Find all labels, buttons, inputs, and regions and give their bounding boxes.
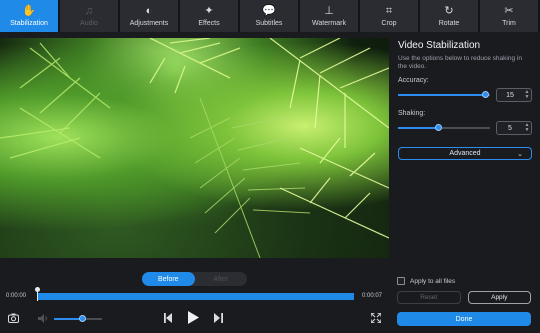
previous-frame-icon[interactable]: [164, 313, 173, 323]
shaking-spinbox[interactable]: 5 ▲ ▼: [496, 121, 532, 135]
toolbar: ✋ Stabilization ♫ Audio ◐ Adjustments ✦ …: [0, 0, 540, 32]
stabilization-panel: Video Stabilization Use the options belo…: [389, 32, 540, 333]
video-preview[interactable]: [0, 38, 389, 258]
volume-slider-handle[interactable]: [78, 315, 86, 322]
tool-crop[interactable]: ⌗ Crop: [360, 0, 418, 32]
shaking-slider[interactable]: [398, 124, 490, 131]
timeline-bar[interactable]: [37, 293, 354, 300]
tool-adjustments[interactable]: ◐ Adjustments: [120, 0, 178, 32]
shaking-value: 5: [508, 124, 512, 132]
scissors-icon: ✂: [504, 4, 514, 17]
tool-label: Subtitles: [255, 19, 283, 27]
before-option[interactable]: Before: [142, 272, 195, 286]
panel-button-row: Reset Apply: [397, 291, 531, 304]
tool-watermark[interactable]: ⊥ Watermark: [300, 0, 358, 32]
tool-label: Watermark: [312, 19, 346, 27]
tool-label: Adjustments: [129, 19, 169, 27]
shaking-row: 5 ▲ ▼: [398, 121, 532, 135]
crop-icon: ⌗: [385, 4, 393, 17]
spin-arrows-icon[interactable]: ▲ ▼: [523, 123, 531, 133]
tool-rotate[interactable]: ↻ Rotate: [420, 0, 478, 32]
next-frame-icon[interactable]: [214, 313, 223, 323]
video-frame-image: [0, 38, 389, 258]
apply-all-option[interactable]: Apply to all files: [397, 277, 455, 285]
music-note-icon: ♫: [84, 4, 94, 17]
stamp-icon: ⊥: [324, 4, 334, 17]
tool-stabilization[interactable]: ✋ Stabilization: [0, 0, 58, 32]
shaking-slider-fill: [398, 127, 440, 129]
contrast-circle-icon: ◐: [145, 4, 153, 17]
camera-icon[interactable]: [8, 313, 19, 323]
tool-subtitles[interactable]: 💬 Subtitles: [240, 0, 298, 32]
shaking-label: Shaking:: [398, 110, 426, 117]
volume-slider[interactable]: [54, 315, 102, 322]
apply-all-checkbox[interactable]: [397, 277, 405, 285]
apply-all-label: Apply to all files: [410, 277, 456, 285]
accuracy-slider-handle[interactable]: [482, 91, 490, 98]
apply-button[interactable]: Apply: [467, 291, 531, 304]
tool-label: Trim: [502, 19, 516, 27]
tool-label: Audio: [80, 19, 98, 27]
speech-bubble-icon: 💬: [262, 4, 276, 17]
panel-title: Video Stabilization: [398, 40, 481, 51]
accuracy-value: 15: [506, 91, 514, 99]
hand-stabilize-icon: ✋: [22, 4, 36, 17]
tool-effects[interactable]: ✦ Effects: [180, 0, 238, 32]
spin-arrows-icon[interactable]: ▲ ▼: [523, 90, 531, 100]
before-after-toggle: Before After: [142, 272, 247, 286]
done-button[interactable]: Done: [397, 312, 531, 326]
tool-audio[interactable]: ♫ Audio: [60, 0, 118, 32]
double-chevron-down-icon: ⌄: [517, 150, 523, 158]
play-icon[interactable]: [188, 311, 199, 324]
accuracy-slider-fill: [398, 94, 487, 96]
panel-description: Use the options below to reduce shaking …: [398, 55, 522, 70]
tool-label: Stabilization: [10, 19, 48, 27]
tool-label: Rotate: [438, 19, 460, 27]
advanced-button[interactable]: Advanced ⌄: [398, 147, 532, 160]
tool-label: Crop: [381, 19, 397, 27]
shaking-slider-handle[interactable]: [435, 124, 443, 131]
accuracy-row: 15 ▲ ▼: [398, 88, 532, 102]
time-end: 0:00:07: [362, 293, 383, 299]
rotate-icon: ↻: [444, 4, 454, 17]
fullscreen-icon[interactable]: [371, 313, 381, 323]
playhead[interactable]: [35, 287, 40, 301]
time-start: 0:00:00: [6, 293, 27, 299]
playhead-line: [37, 291, 38, 301]
after-option[interactable]: After: [195, 272, 248, 286]
advanced-label: Advanced: [449, 150, 481, 157]
tool-trim[interactable]: ✂ Trim: [480, 0, 538, 32]
accuracy-slider[interactable]: [398, 91, 490, 98]
accuracy-label: Accuracy:: [398, 77, 429, 84]
tool-label: Effects: [198, 19, 220, 27]
reset-button[interactable]: Reset: [397, 291, 461, 304]
accuracy-spinbox[interactable]: 15 ▲ ▼: [496, 88, 532, 102]
magic-wand-icon: ✦: [204, 4, 214, 17]
speaker-icon[interactable]: [38, 314, 48, 323]
